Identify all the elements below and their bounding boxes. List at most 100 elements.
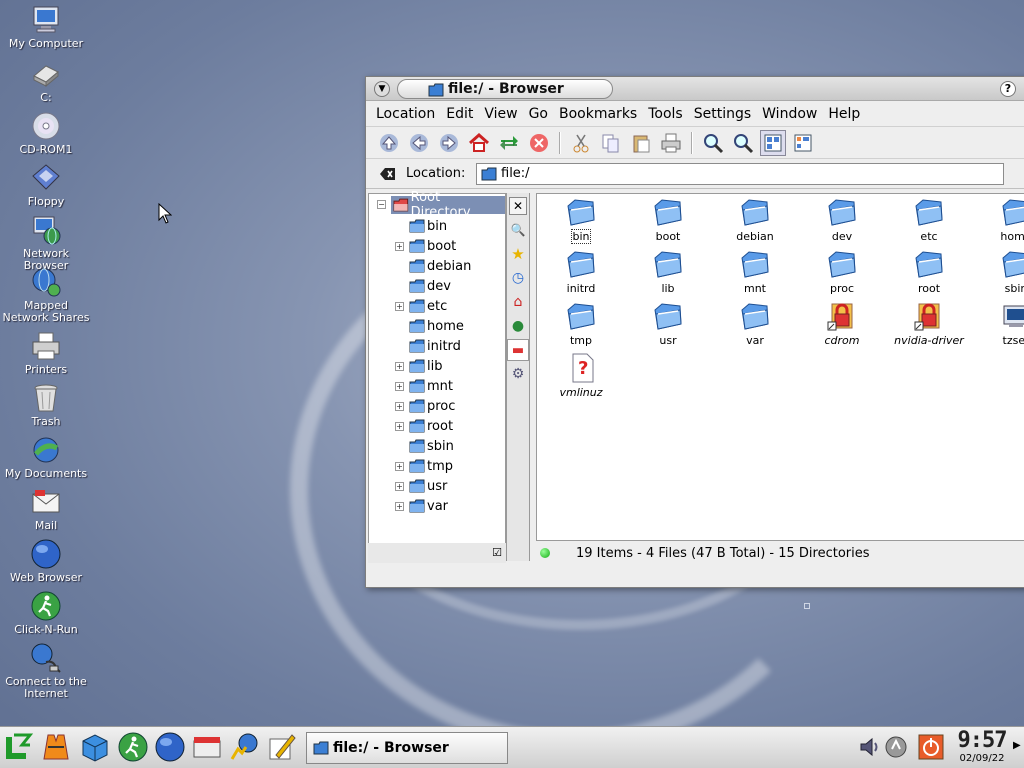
tree-item-initrd[interactable]: initrd — [409, 336, 461, 356]
close-sidebar-button[interactable]: ✕ — [509, 197, 527, 215]
window-menu-button[interactable]: ▼ — [374, 81, 390, 97]
menu-go[interactable]: Go — [529, 106, 548, 122]
tree-item-debian[interactable]: debian — [409, 256, 471, 276]
sidebar-tab-services[interactable]: ⚙ — [507, 363, 529, 385]
copy-button[interactable] — [598, 130, 624, 156]
tree-expand-toggle[interactable]: + — [395, 462, 404, 471]
forward-button[interactable] — [436, 130, 462, 156]
file-item-sbin[interactable]: sbin — [980, 248, 1024, 295]
stop-button[interactable] — [526, 130, 552, 156]
tree-expand-toggle[interactable]: + — [395, 242, 404, 251]
sidebar-tab-network[interactable]: ● — [507, 315, 529, 337]
view-mode-button[interactable] — [760, 129, 786, 156]
tree-root-item[interactable]: Root Directory — [391, 190, 505, 220]
sidebar-tab-home[interactable]: ⌂ — [507, 291, 529, 313]
menu-tools[interactable]: Tools — [648, 106, 683, 122]
power-icon[interactable] — [918, 734, 944, 760]
file-item-vmlinuz[interactable]: ? vmlinuz — [545, 352, 617, 399]
sidebar-tab-search[interactable]: 🔍 — [507, 219, 529, 241]
tree-expand-toggle[interactable]: + — [395, 422, 404, 431]
sidebar-tab-bookmarks[interactable]: ★ — [507, 243, 529, 265]
desktop-icon-c-drive[interactable]: C: — [0, 58, 92, 104]
file-item-dev[interactable]: dev — [806, 196, 878, 243]
file-item-usr[interactable]: usr — [632, 300, 704, 347]
location-input[interactable]: file:/ — [476, 162, 1004, 185]
file-item-etc[interactable]: etc — [893, 196, 965, 243]
tree-item-boot[interactable]: boot — [409, 236, 456, 256]
tree-item-mnt[interactable]: mnt — [409, 376, 453, 396]
sidebar-tab-root[interactable]: ▬ — [507, 339, 529, 361]
taskbar-scroll-right-icon[interactable]: ▶ — [1013, 740, 1021, 751]
menu-settings[interactable]: Settings — [694, 106, 751, 122]
cut-button[interactable] — [568, 130, 594, 156]
file-item-initrd[interactable]: initrd — [545, 248, 617, 295]
tree-expand-toggle[interactable]: + — [395, 302, 404, 311]
network-status-icon[interactable] — [884, 735, 908, 759]
start-menu-icon[interactable] — [2, 731, 34, 763]
tree-item-root[interactable]: root — [409, 416, 453, 436]
tree-expand-toggle[interactable]: + — [395, 382, 404, 391]
tree-item-dev[interactable]: dev — [409, 276, 451, 296]
print-button[interactable] — [658, 130, 684, 156]
tree-expand-toggle[interactable]: + — [395, 362, 404, 371]
back-button[interactable] — [406, 130, 432, 156]
clock[interactable]: 9:57 02/09/22 — [954, 729, 1010, 767]
lifejacket-icon[interactable] — [40, 731, 72, 763]
file-item-home[interactable]: home — [980, 196, 1024, 243]
speaker-icon[interactable] — [858, 735, 882, 759]
file-item-debian[interactable]: debian — [719, 196, 791, 243]
runner-icon[interactable] — [117, 731, 149, 763]
tree-expand-toggle[interactable]: + — [395, 402, 404, 411]
tree-item-sbin[interactable]: sbin — [409, 436, 454, 456]
zoom-out-button[interactable] — [730, 130, 756, 156]
tree-item-proc[interactable]: proc — [409, 396, 455, 416]
up-button[interactable] — [376, 130, 402, 156]
file-item-tmp[interactable]: tmp — [545, 300, 617, 347]
checkbox-icon[interactable]: ☑ — [492, 546, 502, 559]
detail-view-button[interactable] — [790, 130, 816, 156]
menu-location[interactable]: Location — [376, 106, 435, 122]
text-editor-icon[interactable] — [266, 731, 298, 763]
package-icon[interactable] — [79, 731, 111, 763]
file-item-cdrom[interactable]: cdrom — [806, 300, 878, 347]
tree-item-bin[interactable]: bin — [409, 216, 447, 236]
desktop-icon-my-computer[interactable]: My Computer — [0, 4, 92, 50]
zoom-in-button[interactable] — [700, 130, 726, 156]
menu-bookmarks[interactable]: Bookmarks — [559, 106, 637, 122]
tree-item-tmp[interactable]: tmp — [409, 456, 453, 476]
menu-help[interactable]: Help — [828, 106, 860, 122]
file-item-var[interactable]: var — [719, 300, 791, 347]
tree-item-home[interactable]: home — [409, 316, 464, 336]
file-item-root[interactable]: root — [893, 248, 965, 295]
desktop-icon-floppy[interactable]: Floppy — [0, 162, 92, 208]
tree-expand-toggle[interactable]: + — [395, 502, 404, 511]
file-item-boot[interactable]: boot — [632, 196, 704, 243]
mail-icon[interactable] — [191, 731, 223, 763]
desktop-icon-my-documents[interactable]: My Documents — [0, 434, 92, 480]
desktop-icon-network-browser[interactable]: Network Browser — [0, 214, 92, 272]
desktop-icon-cdrom[interactable]: CD-ROM1 — [0, 110, 92, 156]
menu-edit[interactable]: Edit — [446, 106, 473, 122]
tree-item-etc[interactable]: etc — [409, 296, 447, 316]
tree-collapse-toggle[interactable]: − — [377, 200, 386, 209]
paste-button[interactable] — [628, 130, 654, 156]
file-item-tzset[interactable]: tzset — [980, 300, 1024, 347]
desktop-icon-printers[interactable]: Printers — [0, 330, 92, 376]
tree-item-var[interactable]: var — [409, 496, 448, 516]
menu-view[interactable]: View — [484, 106, 517, 122]
desktop-icon-connect-internet[interactable]: Connect to the Internet — [0, 642, 92, 700]
globe-icon[interactable] — [154, 731, 186, 763]
file-item-proc[interactable]: proc — [806, 248, 878, 295]
file-item-nvidia-driver[interactable]: nvidia-driver — [893, 300, 965, 347]
taskbar-window-button[interactable]: file:/ - Browser — [306, 732, 508, 764]
file-item-bin[interactable]: bin — [545, 196, 617, 244]
menu-window[interactable]: Window — [762, 106, 817, 122]
desktop-icon-click-n-run[interactable]: Click-N-Run — [0, 590, 92, 636]
reload-button[interactable] — [496, 130, 522, 156]
window-titlebar[interactable]: ▼ file:/ - Browser ? — [366, 77, 1024, 101]
sidebar-tab-history[interactable]: ◷ — [507, 267, 529, 289]
file-item-mnt[interactable]: mnt — [719, 248, 791, 295]
desktop-icon-trash[interactable]: Trash — [0, 382, 92, 428]
tree-expand-toggle[interactable]: + — [395, 482, 404, 491]
home-button[interactable] — [466, 130, 492, 156]
